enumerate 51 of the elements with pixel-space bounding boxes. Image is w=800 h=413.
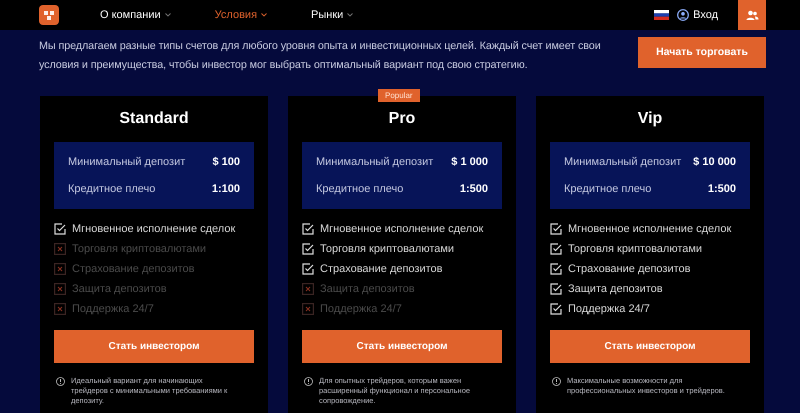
become-investor-button[interactable]: Стать инвестором <box>54 330 254 363</box>
nav-link[interactable]: Рынки <box>311 6 354 24</box>
spec-label: Минимальный депозит <box>316 155 434 170</box>
russian-flag-icon[interactable] <box>654 10 670 20</box>
user-icon <box>677 9 690 21</box>
feature-text: Поддержка 24/7 <box>320 302 402 317</box>
plan-title: Standard <box>118 110 190 128</box>
chevron-icon <box>347 13 354 17</box>
feature-text: Страхование депозитов <box>72 262 194 277</box>
spec-label: Кредитное плечо <box>68 182 156 196</box>
info-icon <box>304 377 313 386</box>
spec-label: Кредитное плечо <box>316 182 404 196</box>
spec-value: $ 10 000 <box>693 155 736 170</box>
logo-icon[interactable] <box>39 5 59 25</box>
feature-text: Поддержка 24/7 <box>568 302 650 317</box>
spec-label: Кредитное плечо <box>564 182 652 196</box>
feature-text: Защита депозитов <box>72 282 167 297</box>
start-trading-button[interactable]: Начать торговать <box>638 37 766 68</box>
feature-text: Торговля криптовалютами <box>72 242 206 257</box>
spec-value: 1:500 <box>708 182 736 196</box>
spec-value: $ 100 <box>212 155 240 170</box>
feature-text: Поддержка 24/7 <box>72 302 154 317</box>
popular-badge: Popular <box>378 89 420 102</box>
spec-label: Минимальный депозит <box>68 155 186 170</box>
intro-text: Мы предлагаем разные типы счетов для любого уровня опыта и инвестиционных целей. Каждый счет имеет свои условия и преимущества, чтобы инвестор мог выбрать оптимальный вариант под свою стратегию. <box>39 39 602 73</box>
feature-text: Защита депозитов <box>320 282 415 297</box>
feature-text: Мгновенное исполнение сделок <box>72 222 236 237</box>
info-icon <box>56 377 65 386</box>
become-investor-button[interactable]: Стать инвестором <box>302 330 502 363</box>
nav-link[interactable]: О компании <box>100 6 171 24</box>
feature-text: Мгновенное исполнение сделок <box>568 222 732 237</box>
spec-label: Минимальный депозит <box>564 155 682 170</box>
users-button[interactable] <box>738 0 766 30</box>
login-link[interactable]: Вход <box>677 6 718 24</box>
feature-text: Страхование депозитов <box>320 262 442 277</box>
feature-text: Торговля криптовалютами <box>568 242 702 257</box>
feature-text: Торговля криптовалютами <box>320 242 454 257</box>
feature-text: Страхование депозитов <box>568 262 690 277</box>
plan-title: Vip <box>636 110 664 128</box>
feature-text: Защита депозитов <box>568 282 663 297</box>
chevron-icon <box>164 13 171 17</box>
nav-link[interactable]: Условия <box>214 6 268 24</box>
plan-title: Pro <box>388 110 416 128</box>
users-icon <box>746 10 758 20</box>
spec-value: 1:500 <box>460 182 488 196</box>
feature-text: Мгновенное исполнение сделок <box>320 222 484 237</box>
spec-value: $ 1 000 <box>451 155 488 170</box>
info-icon <box>552 377 561 386</box>
become-investor-button[interactable]: Стать инвестором <box>550 330 750 363</box>
chevron-icon <box>261 13 268 17</box>
spec-value: 1:100 <box>212 182 240 196</box>
